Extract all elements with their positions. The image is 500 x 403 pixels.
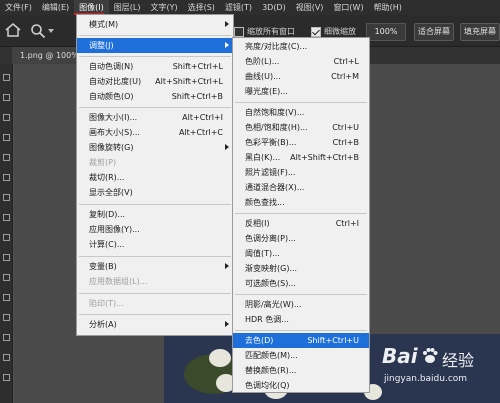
submenu-item-shadows-highlights[interactable]: 阴影/高光(W)... bbox=[233, 297, 369, 312]
menu-item-analysis[interactable]: 分析(A) bbox=[77, 317, 233, 332]
menu-item-auto-tone[interactable]: 自动色调(N) Shift+Ctrl+L bbox=[77, 59, 233, 74]
stamp-tool-icon[interactable] bbox=[3, 234, 10, 241]
paw-icon bbox=[423, 348, 438, 363]
menu-item-trim[interactable]: 裁切(R)... bbox=[77, 170, 233, 185]
crop-tool-icon[interactable] bbox=[3, 154, 10, 161]
baidu-watermark: Bai 经验 jingyan.baidu.com bbox=[380, 342, 500, 392]
menu-select[interactable]: 选择(S) bbox=[183, 0, 220, 15]
submenu-arrow-icon bbox=[225, 144, 229, 150]
submenu-item-equalize[interactable]: 色调均化(Q) bbox=[233, 378, 369, 393]
menu-item-crop: 裁剪(P) bbox=[89, 158, 117, 167]
menu-item-reveal-all[interactable]: 显示全部(V) bbox=[77, 185, 233, 200]
fit-screen-button[interactable]: 适合屏幕 bbox=[414, 23, 454, 41]
type-tool-icon[interactable] bbox=[3, 374, 10, 381]
submenu-item-match-color[interactable]: 匹配颜色(M)... bbox=[233, 348, 369, 363]
submenu-arrow-icon bbox=[225, 42, 229, 48]
menu-layer[interactable]: 图层(L) bbox=[109, 0, 146, 15]
submenu-item-exposure[interactable]: 曝光度(E)... bbox=[233, 84, 369, 99]
submenu-item-threshold[interactable]: 阈值(T)... bbox=[233, 246, 369, 261]
submenu-item-invert[interactable]: 反相(I) Ctrl+I bbox=[233, 216, 369, 231]
lasso-tool-icon[interactable] bbox=[3, 114, 10, 121]
submenu-item-gradient-map[interactable]: 渐变映射(G)... bbox=[233, 261, 369, 276]
watermark-url: jingyan.baidu.com bbox=[384, 374, 468, 384]
submenu-item-vibrance[interactable]: 自然饱和度(V)... bbox=[233, 105, 369, 120]
submenu-item-curves[interactable]: 曲线(U)... Ctrl+M bbox=[233, 69, 369, 84]
menu-type[interactable]: 文字(Y) bbox=[145, 0, 182, 15]
menu-item-canvas-size[interactable]: 画布大小(S)... Alt+Ctrl+C bbox=[77, 125, 233, 140]
home-icon[interactable] bbox=[5, 23, 21, 37]
submenu-item-channel-mixer[interactable]: 通道混合器(X)... bbox=[233, 180, 369, 195]
document-tab[interactable]: 1.png @ 100% bbox=[12, 47, 82, 64]
scrubby-zoom-label[interactable]: 细微缩放 bbox=[324, 26, 356, 37]
quick-select-tool-icon[interactable] bbox=[3, 134, 10, 141]
menu-item-mode[interactable]: 模式(M) bbox=[77, 17, 233, 32]
submenu-item-brightness-contrast[interactable]: 亮度/对比度(C)... bbox=[233, 39, 369, 54]
submenu-item-black-white[interactable]: 黑白(K)... Alt+Shift+Ctrl+B bbox=[233, 150, 369, 165]
submenu-item-posterize[interactable]: 色调分离(P)... bbox=[233, 231, 369, 246]
submenu-item-selective-color[interactable]: 可选颜色(S)... bbox=[233, 276, 369, 291]
menu-item-duplicate[interactable]: 复制(D)... bbox=[77, 207, 233, 222]
zoom-tool-icon[interactable] bbox=[30, 23, 46, 39]
marquee-tool-icon[interactable] bbox=[3, 94, 10, 101]
gradient-tool-icon[interactable] bbox=[3, 294, 10, 301]
pen-tool-icon[interactable] bbox=[3, 354, 10, 361]
menu-item-apply-image[interactable]: 应用图像(Y)... bbox=[77, 222, 233, 237]
menu-help[interactable]: 帮助(H) bbox=[369, 0, 407, 15]
menu-3d[interactable]: 3D(D) bbox=[257, 0, 291, 15]
menu-item-image-rotation[interactable]: 图像旋转(G) bbox=[77, 140, 233, 155]
menu-item-image-size[interactable]: 图像大小(I)... Alt+Ctrl+I bbox=[77, 110, 233, 125]
submenu-item-levels[interactable]: 色阶(L)... Ctrl+L bbox=[233, 54, 369, 69]
eyedropper-tool-icon[interactable] bbox=[3, 174, 10, 181]
submenu-item-hue-saturation[interactable]: 色相/饱和度(H)... Ctrl+U bbox=[233, 120, 369, 135]
dodge-tool-icon[interactable] bbox=[3, 334, 10, 341]
menu-item-auto-color[interactable]: 自动颜色(O) Shift+Ctrl+B bbox=[77, 89, 233, 104]
scrubby-zoom-checkbox[interactable] bbox=[311, 27, 321, 37]
eraser-tool-icon[interactable] bbox=[3, 274, 10, 281]
watermark-brand: Bai bbox=[382, 344, 418, 368]
watermark-brand-suffix: 经验 bbox=[442, 351, 475, 370]
tool-preset-chevron-icon[interactable] bbox=[48, 29, 54, 33]
image-menu-dropdown: 模式(M) 调整(J) 自动色调(N) Shift+Ctrl+L 自动对比度(U)… bbox=[76, 14, 234, 336]
submenu-item-hdr-toning[interactable]: HDR 色调... bbox=[233, 312, 369, 327]
menu-item-apply-data-set: 应用数据组(L)... bbox=[89, 277, 148, 286]
menu-filter[interactable]: 滤镜(T) bbox=[220, 0, 257, 15]
menu-item-adjustments[interactable]: 调整(J) bbox=[77, 38, 233, 53]
submenu-item-replace-color[interactable]: 替换颜色(R)... bbox=[233, 363, 369, 378]
zoom-all-windows-label[interactable]: 缩放所有窗口 bbox=[247, 26, 295, 37]
adjustments-submenu: 亮度/对比度(C)... 色阶(L)... Ctrl+L 曲线(U)... Ctrl… bbox=[232, 37, 370, 393]
submenu-item-desaturate[interactable]: 去色(D) Shift+Ctrl+U bbox=[233, 333, 369, 348]
toolbox bbox=[0, 64, 13, 403]
menu-window[interactable]: 窗口(W) bbox=[328, 0, 368, 15]
menu-item-trap: 陷印(T)... bbox=[89, 299, 124, 308]
menu-edit[interactable]: 编辑(E) bbox=[37, 0, 74, 15]
menu-item-calculations[interactable]: 计算(C)... bbox=[77, 237, 233, 252]
history-brush-tool-icon[interactable] bbox=[3, 254, 10, 261]
submenu-item-color-balance[interactable]: 色彩平衡(B)... Ctrl+B bbox=[233, 135, 369, 150]
blur-tool-icon[interactable] bbox=[3, 314, 10, 321]
move-tool-icon[interactable] bbox=[3, 74, 10, 81]
menu-item-variables[interactable]: 变量(B) bbox=[77, 259, 233, 274]
zoom-percent-field[interactable]: 100% bbox=[366, 23, 406, 41]
resize-windows-checkbox[interactable] bbox=[234, 27, 244, 37]
menu-file[interactable]: 文件(F) bbox=[0, 0, 37, 15]
submenu-arrow-icon bbox=[225, 263, 229, 269]
submenu-item-photo-filter[interactable]: 照片滤镜(F)... bbox=[233, 165, 369, 180]
submenu-item-color-lookup[interactable]: 颜色查找... bbox=[233, 195, 369, 210]
menu-view[interactable]: 视图(V) bbox=[291, 0, 329, 15]
submenu-arrow-icon bbox=[225, 321, 229, 327]
brush-tool-icon[interactable] bbox=[3, 214, 10, 221]
submenu-arrow-icon bbox=[225, 21, 229, 27]
healing-tool-icon[interactable] bbox=[3, 194, 10, 201]
fill-screen-button[interactable]: 填充屏幕 bbox=[460, 23, 500, 41]
menu-item-auto-contrast[interactable]: 自动对比度(U) Alt+Shift+Ctrl+L bbox=[77, 74, 233, 89]
